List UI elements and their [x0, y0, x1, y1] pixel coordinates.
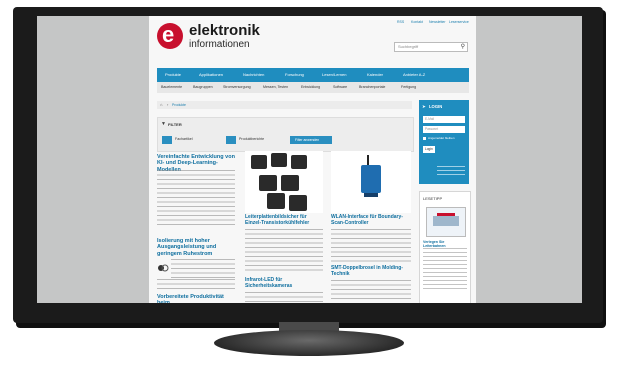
lesetipp-teaser: [423, 248, 467, 292]
search-placeholder: Suchbegriff: [398, 44, 419, 49]
top-link-leserservice[interactable]: Leserservice: [449, 20, 469, 24]
website-page: RSS Kontakt Newsletter Leserservice e el…: [149, 16, 476, 303]
article-teaser: [245, 229, 323, 273]
lesetipp-heading[interactable]: Verlegen Sie Leiterbahnen: [423, 240, 467, 248]
article-teaser: [157, 170, 235, 230]
subnav-item[interactable]: Messen, Testen: [263, 85, 288, 89]
subnav-item[interactable]: Fertigung: [401, 85, 416, 89]
filter-option-label: Produktberichte: [239, 137, 265, 141]
logo-icon[interactable]: e: [157, 23, 183, 49]
login-title: LOGIN: [429, 104, 443, 109]
login-box: ➤ LOGIN E-Mail Passwort Angemeldet bleib…: [419, 100, 469, 184]
article-teaser: [157, 279, 235, 291]
nav-item-lesen-lernen[interactable]: Lesen/Lernen: [322, 72, 346, 77]
nav-item-kalender[interactable]: Kalender: [367, 72, 383, 77]
filter-title: FILTER: [168, 122, 182, 127]
nav-item-forschung[interactable]: Forschung: [285, 72, 304, 77]
filter-apply-button[interactable]: Filter anwenden: [290, 136, 332, 144]
nav-item-applikationen[interactable]: Applikationen: [199, 72, 223, 77]
chevron-right-icon: ›: [167, 102, 169, 107]
nav-item-nachrichten[interactable]: Nachrichten: [243, 72, 264, 77]
nav-item-produkte[interactable]: Produkte: [165, 72, 181, 77]
subnav-item[interactable]: Software: [333, 85, 347, 89]
article-teaser: [171, 259, 235, 279]
search-icon[interactable]: ⚲: [461, 43, 465, 50]
subnav-item[interactable]: Stromversorgung: [223, 85, 251, 89]
main-nav: Produkte Applikationen Nachrichten Forsc…: [157, 68, 469, 82]
brand-subtitle: informationen: [189, 39, 250, 50]
article-teaser: [331, 280, 411, 302]
article-title[interactable]: SMT-Doppelbrosel in Molding-Technik: [331, 265, 411, 278]
breadcrumb: ⌂ › Produkte: [157, 101, 412, 109]
tv-screen: RSS Kontakt Newsletter Leserservice e el…: [37, 16, 582, 303]
filter-icon: ▼: [161, 121, 166, 127]
product-thumbnail: [157, 260, 169, 272]
login-button[interactable]: Login: [423, 146, 435, 153]
search-input[interactable]: Suchbegriff ⚲: [394, 42, 468, 52]
nav-item-anbieter[interactable]: Anbieter A-Z: [403, 72, 425, 77]
sub-nav: Bauelemente Baugruppen Stromversorgung M…: [157, 82, 469, 93]
article-image-controller[interactable]: [331, 151, 411, 213]
article-title[interactable]: Infrarot-LED für Sicherheitskameras: [245, 277, 323, 290]
article-title[interactable]: WLAN-Interface für Boundary-Scan-Control…: [331, 214, 411, 227]
article-image-relays[interactable]: [245, 151, 323, 213]
remember-label: Angemeldet bleiben: [428, 136, 455, 140]
filter-toggle-fachartikel[interactable]: [162, 136, 172, 144]
top-link-newsletter[interactable]: Newsletter: [429, 20, 446, 24]
top-link-kontakt[interactable]: Kontakt: [411, 20, 423, 24]
lesetipp-image[interactable]: [426, 207, 466, 237]
tv-stand-base: [214, 330, 404, 356]
filter-toggle-produktberichte[interactable]: [226, 136, 236, 144]
article-title[interactable]: Leiterplattenbildsicher für Einzel-Trans…: [245, 214, 323, 227]
filter-box: ▼ FILTER Fachartikel Produktberichte Fil…: [157, 117, 414, 152]
home-icon[interactable]: ⌂: [160, 102, 162, 107]
article-title[interactable]: Vorbereitete Produktivität beim: [157, 294, 235, 303]
password-field[interactable]: Passwort: [423, 126, 465, 133]
breadcrumb-item[interactable]: Produkte: [172, 103, 186, 107]
article-title[interactable]: Isolierung mit hoher Ausgangsleistung un…: [157, 238, 235, 257]
email-field[interactable]: E-Mail: [423, 116, 465, 123]
subnav-item[interactable]: Branchenportale: [359, 85, 385, 89]
remember-checkbox[interactable]: [423, 137, 426, 140]
brand-name[interactable]: elektronik: [189, 22, 260, 39]
login-links[interactable]: [437, 166, 465, 176]
top-link-rss[interactable]: RSS: [397, 20, 404, 24]
subnav-item[interactable]: Baugruppen: [193, 85, 213, 89]
filter-option-label: Fachartikel: [175, 137, 193, 141]
article-teaser: [331, 229, 411, 263]
lesetipp-title: LESETIPP: [423, 196, 443, 201]
lesetipp-box: LESETIPP Verlegen Sie Leiterbahnen: [419, 191, 471, 303]
login-icon: ➤: [422, 104, 426, 109]
subnav-item[interactable]: Bauelemente: [161, 85, 182, 89]
subnav-item[interactable]: Entwicklung: [301, 85, 320, 89]
article-teaser: [245, 292, 323, 302]
